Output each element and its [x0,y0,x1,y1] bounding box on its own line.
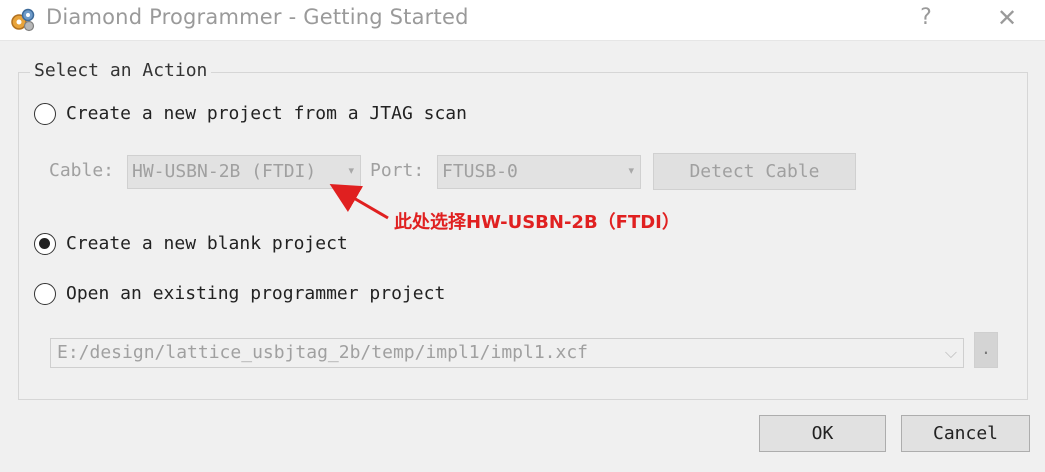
app-gear-icon [11,8,35,32]
ok-button[interactable]: OK [759,415,886,452]
close-button[interactable]: ✕ [990,3,1024,33]
project-path-value: E:/design/lattice_usbjtag_2b/temp/impl1/… [57,342,589,363]
chevron-down-icon: ▾ [348,164,354,177]
chevron-down-icon: ▾ [628,164,634,177]
radio-button[interactable] [34,283,56,305]
project-path-combobox[interactable]: E:/design/lattice_usbjtag_2b/temp/impl1/… [50,338,964,368]
group-title: Select an Action [30,60,212,81]
detect-cable-button[interactable]: Detect Cable [653,153,856,190]
radio-label-jtag-scan: Create a new project from a JTAG scan [66,103,467,124]
radio-selected-dot [39,238,50,249]
radio-button[interactable] [34,103,56,125]
radio-label-open-existing: Open an existing programmer project [66,283,446,304]
port-value: FTUSB-0 [442,161,518,182]
help-button[interactable]: ? [912,3,940,33]
cancel-button[interactable]: Cancel [901,415,1030,452]
window-title: Diamond Programmer - Getting Started [46,5,469,29]
title-bar: Diamond Programmer - Getting Started ? ✕ [0,0,1045,41]
cable-label: Cable: [49,160,115,181]
radio-label-blank-project: Create a new blank project [66,233,348,254]
radio-button[interactable] [34,233,56,255]
annotation-text: 此处选择HW-USBN-2B（FTDI） [394,212,680,233]
cable-dropdown[interactable]: HW-USBN-2B (FTDI) ▾ [127,155,361,189]
port-dropdown[interactable]: FTUSB-0 ▾ [437,155,641,189]
chevron-down-icon: ⌵ [944,343,957,362]
cable-value: HW-USBN-2B (FTDI) [132,161,317,182]
port-label: Port: [370,160,425,181]
browse-button[interactable]: . [974,332,998,368]
